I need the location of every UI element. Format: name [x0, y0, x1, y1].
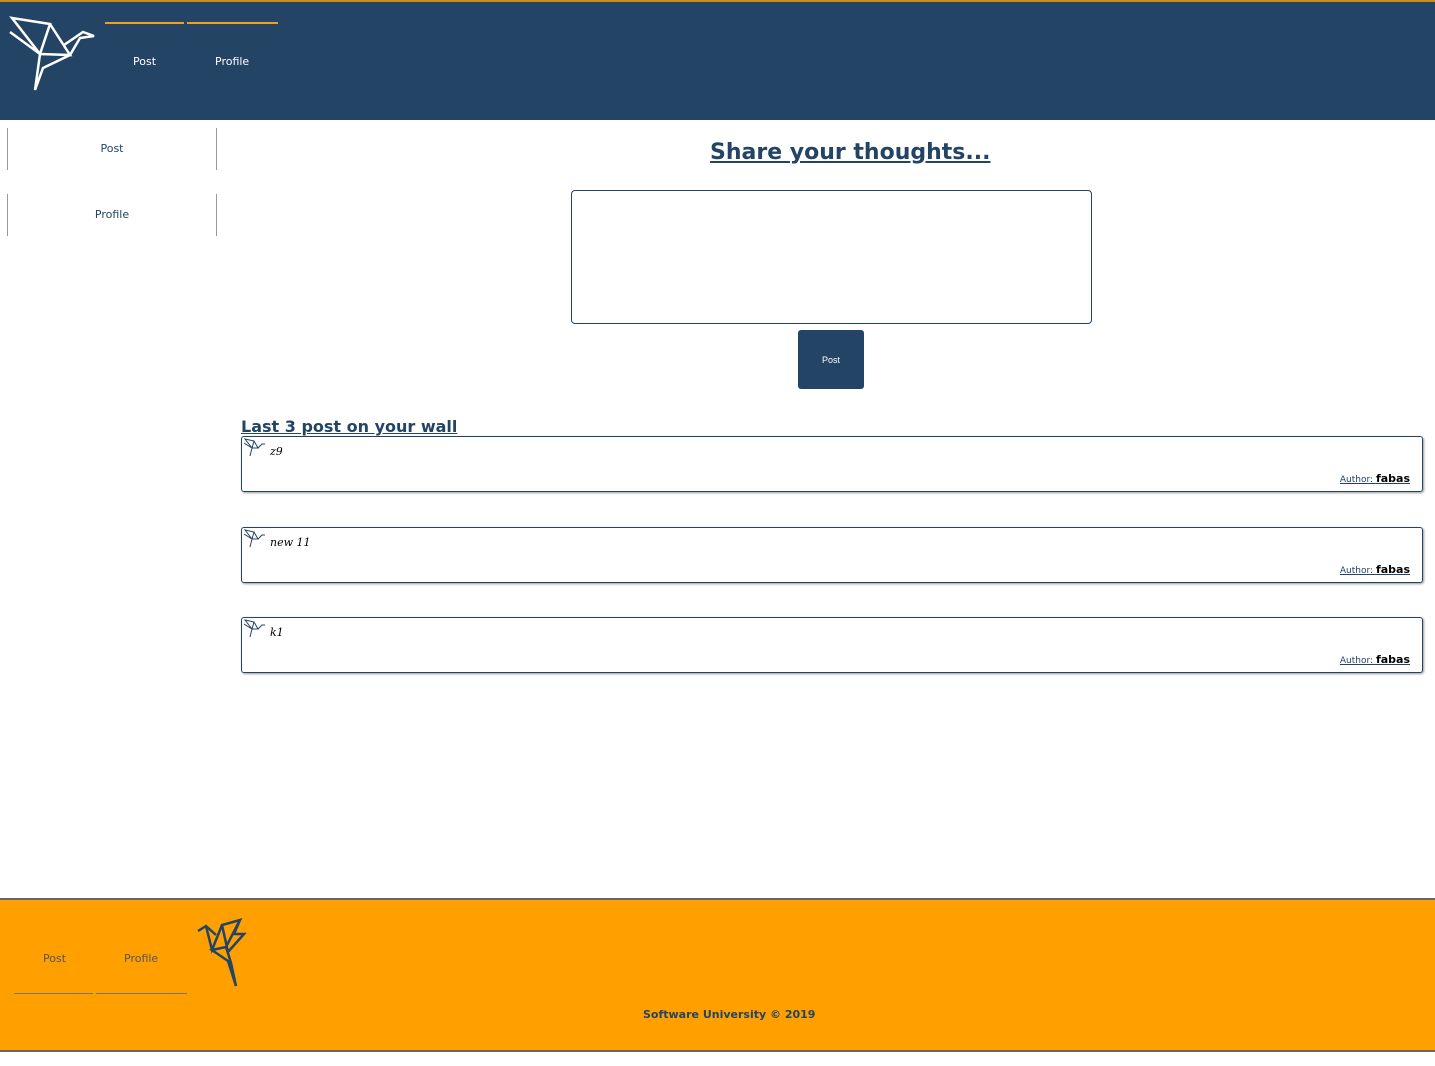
sidebar-item-profile[interactable]: Profile	[7, 194, 217, 236]
post-card: new 11 Author: fabas	[241, 527, 1423, 583]
post-card: z9 Author: fabas	[241, 436, 1423, 492]
bird-icon	[244, 529, 265, 548]
wall-title: Last 3 post on your wall	[241, 417, 458, 436]
page-title: Share your thoughts...	[710, 140, 991, 165]
origami-bird-logo[interactable]	[196, 914, 288, 990]
post-card: k1 Author: fabas	[241, 617, 1423, 673]
post-text: z9	[270, 445, 283, 458]
sidebar-item-post[interactable]: Post	[7, 128, 217, 170]
post-button[interactable]: Post	[798, 330, 864, 389]
post-author[interactable]: Author: fabas	[1340, 472, 1410, 485]
origami-bird-logo[interactable]	[8, 16, 98, 94]
post-input[interactable]	[571, 190, 1092, 324]
post-text: new 11	[270, 536, 311, 549]
header-nav-profile[interactable]: Profile	[215, 55, 249, 68]
copyright: Software University © 2019	[643, 1008, 816, 1021]
header: Post Profile	[0, 0, 1435, 120]
post-author[interactable]: Author: fabas	[1340, 563, 1410, 576]
post-text: k1	[270, 626, 284, 639]
bird-icon	[244, 619, 265, 638]
bird-icon	[244, 438, 265, 457]
post-author[interactable]: Author: fabas	[1340, 653, 1410, 666]
footer-nav-profile[interactable]: Profile	[124, 952, 158, 965]
footer: Post Profile Software University © 2019	[0, 898, 1435, 1052]
header-nav-post[interactable]: Post	[133, 55, 156, 68]
footer-nav-post[interactable]: Post	[43, 952, 66, 965]
